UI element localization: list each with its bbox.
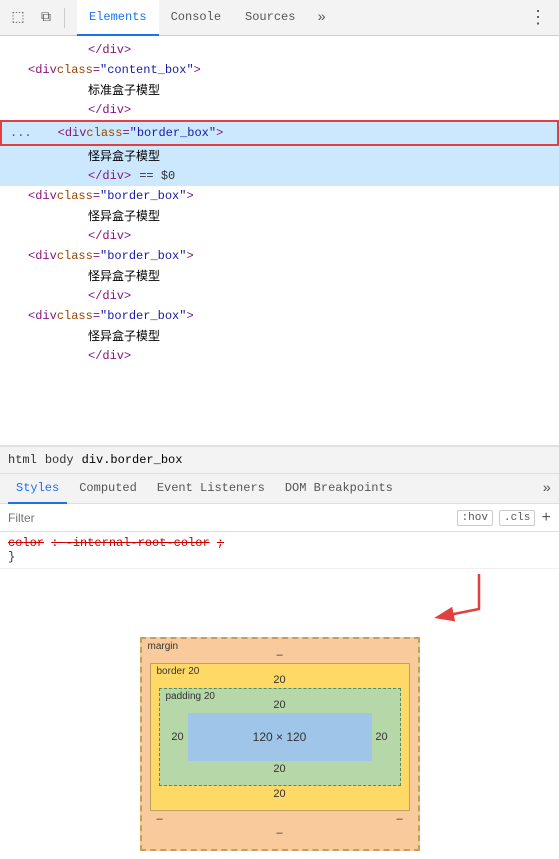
margin-top-value: –	[150, 649, 410, 661]
tab-separator	[64, 8, 65, 28]
box-margin: margin – border 20 20 padding 20	[140, 637, 420, 851]
arrow-section	[0, 569, 559, 629]
margin-left-value: –	[150, 813, 170, 825]
filter-input[interactable]	[8, 511, 451, 525]
tab-more-button[interactable]: »	[311, 10, 331, 26]
border-bottom-value: 20	[159, 788, 401, 800]
margin-bottom-value: –	[150, 827, 410, 839]
css-property-line: color : -internal-root-color ;	[8, 536, 551, 550]
css-property[interactable]: color	[8, 536, 44, 550]
dollar-zero-indicator: == $0	[139, 167, 175, 185]
close-tag: </div>	[88, 41, 131, 59]
padding-label: padding 20	[166, 691, 216, 702]
html-line[interactable]: </div>	[0, 346, 559, 366]
html-line[interactable]: </div>	[0, 40, 559, 60]
arrow-indicator	[379, 569, 499, 629]
css-value[interactable]: -internal-root-color	[66, 536, 210, 550]
html-line[interactable]: 怪异盒子模型	[0, 266, 559, 286]
filter-bar: :hov .cls +	[0, 504, 559, 532]
html-line[interactable]: </div>	[0, 100, 559, 120]
html-line[interactable]: <div class="border_box">	[0, 306, 559, 326]
html-line[interactable]: 标准盒子模型	[0, 80, 559, 100]
css-closing-brace: }	[8, 550, 551, 564]
selected-html-line[interactable]: ... <div class="border_box">	[0, 120, 559, 146]
padding-right-value: 20	[372, 731, 392, 743]
box-padding: padding 20 20 20 120 × 120 20	[159, 688, 401, 786]
device-icon[interactable]: ⧉	[32, 4, 60, 32]
tab-elements[interactable]: Elements	[77, 0, 159, 36]
html-line[interactable]: </div>	[0, 286, 559, 306]
margin-sides: – –	[150, 813, 410, 825]
box-content: 120 × 120	[188, 713, 372, 761]
ellipsis-button[interactable]: ...	[10, 124, 32, 142]
panel-tab-more[interactable]: »	[543, 481, 551, 497]
devtools-tab-bar: ⬚ ⧉ Elements Console Sources » ⋮	[0, 0, 559, 36]
box-model: margin – border 20 20 padding 20	[140, 637, 420, 851]
css-rule-area: color : -internal-root-color ; }	[0, 532, 559, 569]
margin-label: margin	[148, 641, 179, 652]
html-line[interactable]: <div class="border_box">	[0, 246, 559, 266]
breadcrumb-html[interactable]: html	[8, 453, 37, 467]
box-border: border 20 20 padding 20 20 20	[150, 663, 410, 811]
html-line[interactable]: </div> == $0	[0, 166, 559, 186]
breadcrumb-body[interactable]: body	[45, 453, 74, 467]
padding-bottom-value: 20	[168, 763, 392, 775]
add-style-button[interactable]: +	[541, 509, 551, 527]
tab-sources[interactable]: Sources	[233, 0, 307, 36]
content-size: 120 × 120	[188, 713, 372, 761]
tab-styles[interactable]: Styles	[8, 474, 67, 504]
html-line[interactable]: </div>	[0, 226, 559, 246]
tab-menu-button[interactable]: ⋮	[521, 7, 555, 29]
html-line[interactable]: <div class="border_box">	[0, 186, 559, 206]
tab-computed[interactable]: Computed	[71, 474, 145, 504]
hov-button[interactable]: :hov	[457, 510, 493, 526]
padding-left-value: 20	[168, 731, 188, 743]
tab-console[interactable]: Console	[159, 0, 233, 36]
elements-panel: </div> <div class="content_box"> 标准盒子模型 …	[0, 36, 559, 446]
panel-tabs: Styles Computed Event Listeners DOM Brea…	[0, 474, 559, 504]
margin-right-value: –	[390, 813, 410, 825]
inspect-icon[interactable]: ⬚	[4, 4, 32, 32]
border-label: border 20	[157, 666, 200, 677]
box-sides: 20 120 × 120 20	[168, 713, 392, 761]
breadcrumb-bar: html body div.border_box	[0, 446, 559, 474]
tab-event-listeners[interactable]: Event Listeners	[149, 474, 273, 504]
html-line[interactable]: <div class="content_box">	[0, 60, 559, 80]
breadcrumb-current[interactable]: div.border_box	[82, 453, 183, 467]
tab-dom-breakpoints[interactable]: DOM Breakpoints	[277, 474, 401, 504]
cls-button[interactable]: .cls	[499, 510, 535, 526]
html-line[interactable]: 怪异盒子模型	[0, 146, 559, 166]
tab-bar-icons: ⬚ ⧉	[4, 4, 69, 32]
html-line[interactable]: 怪异盒子模型	[0, 326, 559, 346]
html-line[interactable]: 怪异盒子模型	[0, 206, 559, 226]
box-model-section: margin – border 20 20 padding 20	[0, 629, 559, 859]
